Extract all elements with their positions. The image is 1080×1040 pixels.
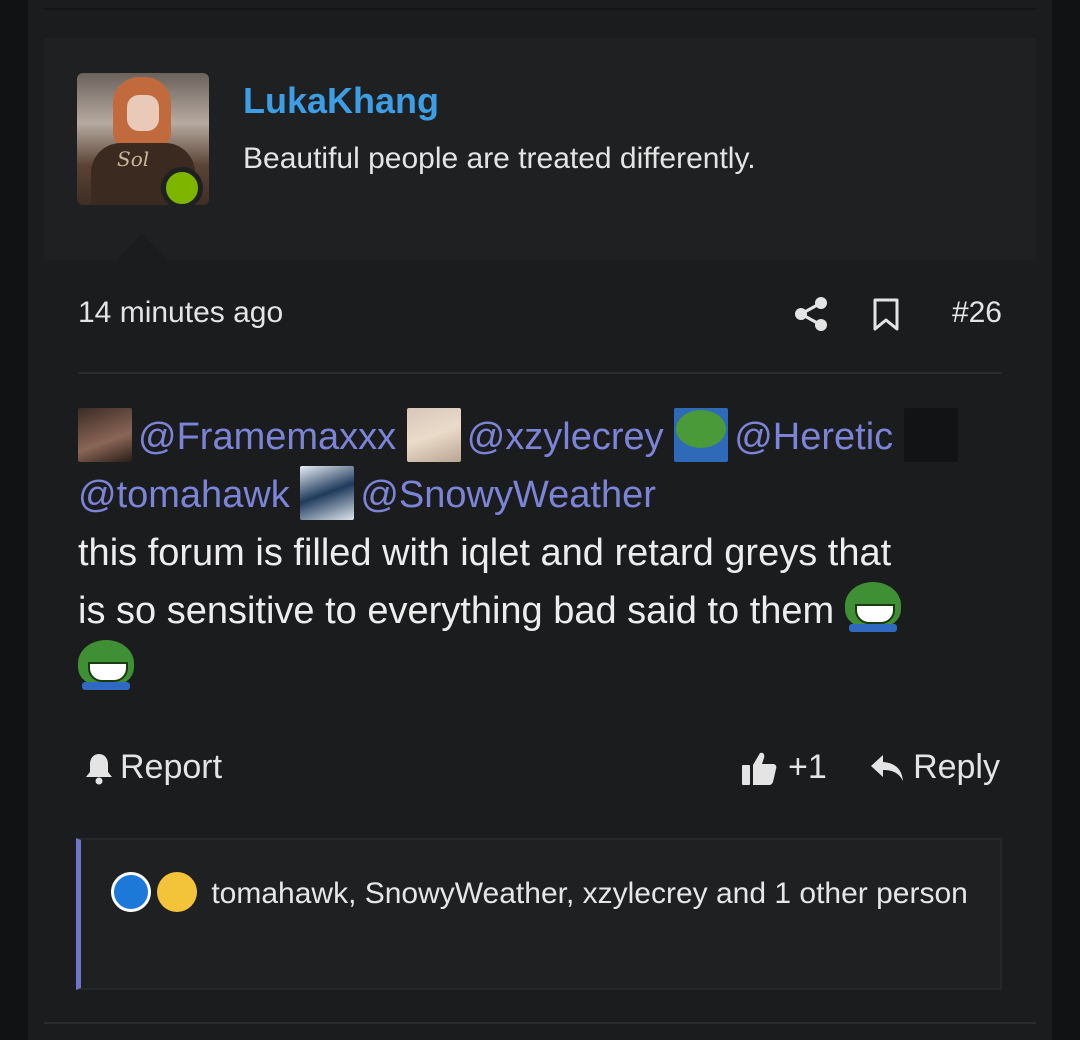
heretic-avatar-icon: [674, 407, 729, 462]
like-reaction-icon: [111, 872, 151, 913]
post-timestamp[interactable]: 14 minutes ago: [78, 296, 283, 330]
post-content: @Framemaxxx @xzylecrey @Heretic @tomahaw…: [78, 407, 1002, 698]
reaction-users[interactable]: tomahawk, SnowyWeather, xzylecrey and 1 …: [211, 877, 968, 910]
post-body-line: this forum is filled with iqlet and reta…: [78, 532, 892, 574]
report-button[interactable]: Report: [84, 748, 222, 787]
crying-laughing-reaction-icon: [157, 872, 197, 913]
post-body-line-2: is so sensitive to everything bad said t…: [78, 581, 1002, 640]
mention-line: @Framemaxxx @xzylecrey @Heretic: [78, 407, 1002, 466]
bookmark-icon[interactable]: [872, 298, 900, 332]
snowyweather-avatar-icon: [300, 465, 355, 520]
post-actions: Report +1 Reply: [78, 748, 1002, 794]
emoji-line: [78, 639, 1002, 698]
mention-link[interactable]: @Heretic: [734, 416, 893, 458]
post-meta: 14 minutes ago #26: [78, 296, 1002, 336]
pepe-laugh-emoji-icon: [844, 581, 901, 632]
username[interactable]: LukaKhang: [243, 80, 439, 122]
reaction-summary: tomahawk, SnowyWeather, xzylecrey and 1 …: [111, 870, 971, 918]
tomahawk-avatar-icon: [903, 407, 958, 462]
like-count: +1: [788, 748, 827, 786]
user-title: Beautiful people are treated differently…: [243, 142, 756, 175]
meta-divider: [78, 372, 1002, 374]
bottom-divider: [44, 1022, 1036, 1024]
mention-link[interactable]: @Framemaxxx: [138, 416, 396, 458]
bell-icon: [86, 753, 112, 784]
pepe-laugh-emoji-icon: [78, 639, 134, 690]
online-status-icon: [161, 167, 203, 209]
mention-link[interactable]: @xzylecrey: [467, 416, 664, 458]
reactions-bar[interactable]: tomahawk, SnowyWeather, xzylecrey and 1 …: [76, 838, 1002, 990]
mention-line: @tomahawk @SnowyWeather: [78, 465, 1002, 524]
post-body-text: is so sensitive to everything bad said t…: [78, 590, 835, 632]
report-label: Report: [120, 748, 223, 786]
user-block-pointer: [116, 233, 168, 261]
user-block: Sol LukaKhang Beautiful people are treat…: [44, 38, 1036, 261]
like-button[interactable]: +1: [740, 748, 827, 787]
share-icon[interactable]: [794, 296, 828, 332]
framemaxxx-avatar-icon: [78, 407, 132, 462]
mention-link[interactable]: @SnowyWeather: [360, 474, 656, 516]
xzylecrey-avatar-icon: [406, 407, 461, 462]
reply-label: Reply: [913, 748, 1000, 786]
mention-link[interactable]: @tomahawk: [78, 474, 290, 516]
top-divider: [44, 8, 1036, 10]
reply-button[interactable]: Reply: [869, 748, 1000, 787]
forum-post: Sol LukaKhang Beautiful people are treat…: [28, 0, 1052, 1040]
post-number[interactable]: #26: [952, 296, 1002, 330]
reply-arrow-icon: [871, 754, 904, 781]
thumbs-up-icon: [742, 752, 777, 785]
